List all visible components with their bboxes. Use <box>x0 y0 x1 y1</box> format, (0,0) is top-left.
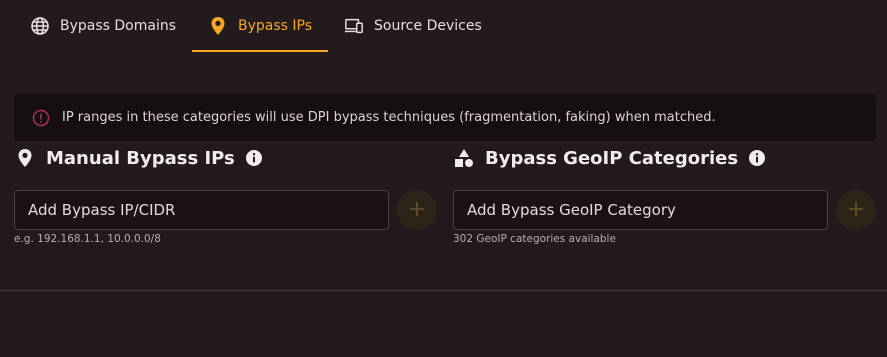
info-alert: IP ranges in these categories will use D… <box>14 94 876 141</box>
add-geoip-category-button[interactable] <box>836 190 876 230</box>
plus-icon <box>848 201 864 220</box>
panel-header: Bypass GeoIP Categories <box>453 146 873 170</box>
tab-label: Source Devices <box>374 18 482 34</box>
panel-title: Manual Bypass IPs <box>46 147 235 169</box>
bypass-settings-page: Bypass Domains Bypass IPs Source Devices <box>0 0 887 357</box>
tab-bypass-ips[interactable]: Bypass IPs <box>192 0 329 52</box>
bypass-ip-input[interactable] <box>14 190 389 230</box>
location-pin-icon <box>208 16 228 36</box>
divider <box>0 290 887 291</box>
plus-icon <box>409 201 425 220</box>
info-circle-icon <box>32 109 50 127</box>
input-row <box>453 190 876 230</box>
input-hint: 302 GeoIP categories available <box>453 233 616 245</box>
bypass-geoip-panel: Bypass GeoIP Categories 302 GeoIP catego… <box>453 146 876 245</box>
shapes-icon <box>453 147 475 169</box>
globe-icon <box>30 16 50 36</box>
manual-bypass-ips-panel: Manual Bypass IPs e.g. 192.168.1.1, 10.0… <box>14 146 437 245</box>
panel-header: Manual Bypass IPs <box>14 146 434 170</box>
input-row <box>14 190 437 230</box>
geoip-category-input[interactable] <box>453 190 828 230</box>
devices-icon <box>344 16 364 36</box>
tab-label: Bypass IPs <box>238 18 313 34</box>
tab-label: Bypass Domains <box>60 18 177 34</box>
tab-bar: Bypass Domains Bypass IPs Source Devices <box>14 0 873 52</box>
alert-text: IP ranges in these categories will use D… <box>62 110 716 125</box>
input-hint: e.g. 192.168.1.1, 10.0.0.0/8 <box>14 233 161 245</box>
info-icon[interactable] <box>245 149 263 167</box>
tab-bypass-domains[interactable]: Bypass Domains <box>14 0 192 52</box>
tab-source-devices[interactable]: Source Devices <box>328 0 498 52</box>
info-icon[interactable] <box>748 149 766 167</box>
add-bypass-ip-button[interactable] <box>397 190 437 230</box>
panel-title: Bypass GeoIP Categories <box>485 147 739 169</box>
location-pin-icon <box>14 147 36 169</box>
